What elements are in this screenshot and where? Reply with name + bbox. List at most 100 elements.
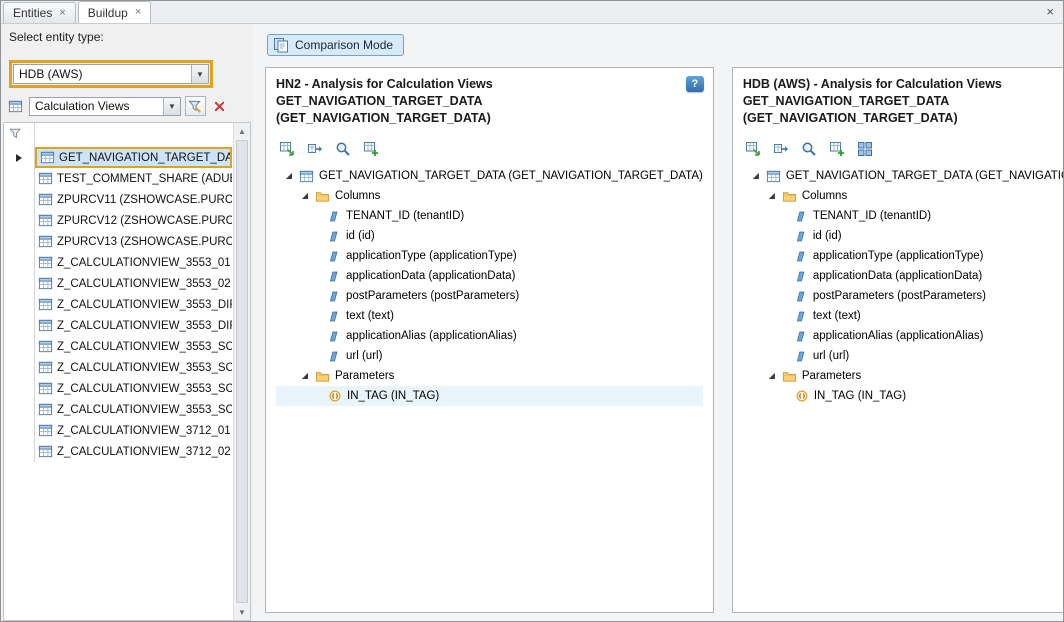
tree-node-column[interactable]: TENANT_ID (tenantID) [276,206,703,226]
panel-title-line1: HDB (AWS) - Analysis for Calculation Vie… [743,76,1064,93]
tree-node-column[interactable]: text (text) [743,306,1064,326]
scrollbar-thumb[interactable] [236,140,248,603]
window-close-icon[interactable]: × [1046,5,1054,18]
entity-type-highlight-box: HDB (AWS) ▼ [9,60,213,88]
column-icon [795,350,808,363]
scroll-down-icon[interactable]: ▼ [234,604,250,620]
forward-table-icon[interactable] [306,140,323,157]
expander-icon[interactable]: ◢ [300,192,310,200]
tree-node-column[interactable]: applicationData (applicationData) [276,266,703,286]
list-item-label: Z_CALCULATIONVIEW_3553_SCRIPT [57,341,232,353]
export-table-icon[interactable] [745,140,762,157]
list-item-label: Z_CALCULATIONVIEW_3553_SCRIPT [57,383,232,395]
list-item[interactable]: Z_CALCULATIONVIEW_3553_SCRIPT [4,336,250,357]
tab-entities-close-icon[interactable]: × [59,8,65,19]
list-item[interactable]: ZPURCV11 (ZSHOWCASE.PURCHASI [4,189,250,210]
tab-entities[interactable]: Entities × [3,2,76,23]
add-table-icon[interactable] [829,140,846,157]
tree-node-label: Parameters [802,370,861,382]
filter-funnel-icon[interactable] [9,127,23,144]
calculation-view-icon [6,97,25,116]
list-item-label: Z_CALCULATIONVIEW_3553_DIRECT [57,320,232,332]
list-item[interactable]: Z_CALCULATIONVIEW_3553_01 (ZSF [4,252,250,273]
tab-buildup-close-icon[interactable]: × [135,7,141,18]
tree-node-parameters[interactable]: ◢ Parameters [743,366,1064,386]
list-item[interactable]: Z_CALCULATIONVIEW_3553_SCRIPT [4,399,250,420]
tree-node-label: postParameters (postParameters) [813,290,986,302]
tab-buildup[interactable]: Buildup × [78,1,151,23]
expander-icon[interactable]: ◢ [751,172,761,180]
list-item[interactable]: GET_NAVIGATION_TARGET_DATA (s [4,147,250,168]
tree-node-column[interactable]: postParameters (postParameters) [743,286,1064,306]
tree-node-column[interactable]: url (url) [743,346,1064,366]
clear-filter-icon[interactable] [210,97,229,116]
tree-node-columns[interactable]: ◢ Columns [276,186,703,206]
entity-list-scrollbar[interactable]: ▲ ▼ [233,123,250,620]
tree-node-root[interactable]: ◢ GET_NAVIGATION_TARGET_DATA (GET_NAVIGA… [743,166,1064,186]
list-item-label: Z_CALCULATIONVIEW_3553_DIRECT [57,299,232,311]
entity-sidebar: Select entity type: HDB (AWS) ▼ Calculat… [1,24,253,622]
calculation-view-icon [38,255,53,270]
tree-node-parameter[interactable]: IN_TAG (IN_TAG) [743,386,1064,406]
column-icon [328,350,341,363]
list-item[interactable]: TEST_COMMENT_SHARE (ADUERRST [4,168,250,189]
column-icon [328,310,341,323]
tree-node-column[interactable]: TENANT_ID (tenantID) [743,206,1064,226]
zoom-icon[interactable] [334,140,351,157]
tree-node-column[interactable]: id (id) [276,226,703,246]
tree-node-column[interactable]: id (id) [743,226,1064,246]
list-item-label: TEST_COMMENT_SHARE (ADUERRST [57,173,232,185]
tree-node-label: url (url) [813,350,849,362]
zoom-icon[interactable] [801,140,818,157]
chevron-down-icon[interactable]: ▼ [163,98,180,115]
tree-node-label: postParameters (postParameters) [346,290,519,302]
forward-table-icon[interactable] [773,140,790,157]
calculation-view-icon [40,150,55,165]
tree-node-parameter[interactable]: IN_TAG (IN_TAG) [276,386,703,406]
tree-node-column[interactable]: applicationData (applicationData) [743,266,1064,286]
add-table-icon[interactable] [362,140,379,157]
entity-list-filter-row[interactable] [4,123,250,147]
tree-node-parameters[interactable]: ◢ Parameters [276,366,703,386]
column-icon [795,330,808,343]
folder-icon [782,369,797,384]
grid-view-icon[interactable] [857,140,874,157]
tree-node-column[interactable]: postParameters (postParameters) [276,286,703,306]
list-item[interactable]: Z_CALCULATIONVIEW_3553_SCRIPT [4,378,250,399]
tree-node-label: IN_TAG (IN_TAG) [814,390,906,402]
tree-node-columns[interactable]: ◢ Columns [743,186,1064,206]
folder-icon [315,189,330,204]
tree-node-root[interactable]: ◢ GET_NAVIGATION_TARGET_DATA (GET_NAVIGA… [276,166,703,186]
help-icon[interactable]: ? [686,76,704,92]
list-item[interactable]: Z_CALCULATIONVIEW_3553_02 (ZSF [4,273,250,294]
expander-icon[interactable]: ◢ [284,172,294,180]
folder-icon [782,189,797,204]
expander-icon[interactable]: ◢ [300,372,310,380]
tree-node-column[interactable]: applicationAlias (applicationAlias) [743,326,1064,346]
tree-node-label: Columns [335,190,380,202]
tree-node-column[interactable]: text (text) [276,306,703,326]
selected-row-marker-icon [4,147,35,168]
edit-filter-button[interactable] [185,96,206,116]
list-item[interactable]: Z_CALCULATIONVIEW_3712_01 (ZSF [4,420,250,441]
chevron-down-icon[interactable]: ▼ [191,65,208,83]
list-item-label: Z_CALCULATIONVIEW_3553_01 (ZSF [57,257,232,269]
view-filter-dropdown[interactable]: Calculation Views ▼ [29,97,181,116]
comparison-mode-button[interactable]: Comparison Mode [267,34,404,56]
analysis-tree: ◢ GET_NAVIGATION_TARGET_DATA (GET_NAVIGA… [276,166,703,604]
tree-node-column[interactable]: url (url) [276,346,703,366]
list-item[interactable]: Z_CALCULATIONVIEW_3553_DIRECT [4,294,250,315]
list-item[interactable]: Z_CALCULATIONVIEW_3553_DIRECT [4,315,250,336]
expander-icon[interactable]: ◢ [767,372,777,380]
tree-node-column[interactable]: applicationType (applicationType) [276,246,703,266]
list-item[interactable]: ZPURCV12 (ZSHOWCASE.PURCHASI [4,210,250,231]
tree-node-column[interactable]: applicationAlias (applicationAlias) [276,326,703,346]
entity-type-dropdown[interactable]: HDB (AWS) ▼ [13,64,209,84]
expander-icon[interactable]: ◢ [767,192,777,200]
tree-node-column[interactable]: applicationType (applicationType) [743,246,1064,266]
scroll-up-icon[interactable]: ▲ [234,123,250,139]
list-item[interactable]: Z_CALCULATIONVIEW_3553_SCRIPT [4,357,250,378]
list-item[interactable]: ZPURCV13 (ZSHOWCASE.PURCHASI [4,231,250,252]
export-table-icon[interactable] [278,140,295,157]
list-item[interactable]: Z_CALCULATIONVIEW_3712_02 (ZSF [4,441,250,462]
